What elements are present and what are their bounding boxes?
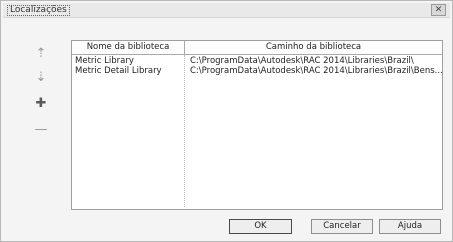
cancel-button-label: Cancelar bbox=[323, 221, 361, 231]
table-header: Nome da biblioteca Caminho da biblioteca bbox=[72, 41, 442, 55]
library-table: Nome da biblioteca Caminho da biblioteca… bbox=[71, 40, 443, 210]
close-button[interactable]: ✕ bbox=[431, 4, 446, 16]
table-row[interactable]: Metric Library C:\ProgramData\Autodesk\R… bbox=[72, 56, 442, 66]
move-up-icon: ⇡ bbox=[35, 46, 47, 61]
cancel-button[interactable]: Cancelar bbox=[311, 219, 373, 234]
column-divider bbox=[184, 55, 185, 207]
dialog-titlebar: Localizações ✕ bbox=[3, 3, 450, 18]
remove-icon: — bbox=[34, 122, 48, 137]
move-up-button[interactable]: ⇡ bbox=[31, 45, 51, 63]
help-button[interactable]: Ajuda bbox=[379, 219, 441, 234]
help-button-label: Ajuda bbox=[397, 221, 423, 231]
dialog-window: Localizações ✕ ⇡ ⇣ ✚ — Nome da bibliotec… bbox=[0, 0, 453, 242]
close-icon: ✕ bbox=[434, 5, 443, 15]
library-name-cell[interactable]: Metric Library bbox=[75, 56, 183, 66]
column-header-name[interactable]: Nome da biblioteca bbox=[72, 41, 185, 54]
column-header-path[interactable]: Caminho da biblioteca bbox=[185, 41, 442, 54]
library-path-cell[interactable]: C:\ProgramData\Autodesk\RAC 2014\Librari… bbox=[190, 56, 442, 66]
add-button[interactable]: ✚ bbox=[31, 95, 51, 113]
table-row[interactable]: Metric Detail Library C:\ProgramData\Aut… bbox=[72, 66, 442, 76]
library-path-cell[interactable]: C:\ProgramData\Autodesk\RAC 2014\Librari… bbox=[190, 66, 442, 76]
move-down-button[interactable]: ⇣ bbox=[31, 69, 51, 87]
move-down-icon: ⇣ bbox=[35, 70, 47, 85]
ok-button-label: OK bbox=[254, 221, 267, 231]
ok-button[interactable]: OK bbox=[229, 219, 292, 234]
dialog-title: Localizações bbox=[7, 5, 70, 16]
add-icon: ✚ bbox=[35, 96, 47, 111]
remove-button[interactable]: — bbox=[31, 121, 51, 139]
library-name-cell[interactable]: Metric Detail Library bbox=[75, 66, 183, 76]
